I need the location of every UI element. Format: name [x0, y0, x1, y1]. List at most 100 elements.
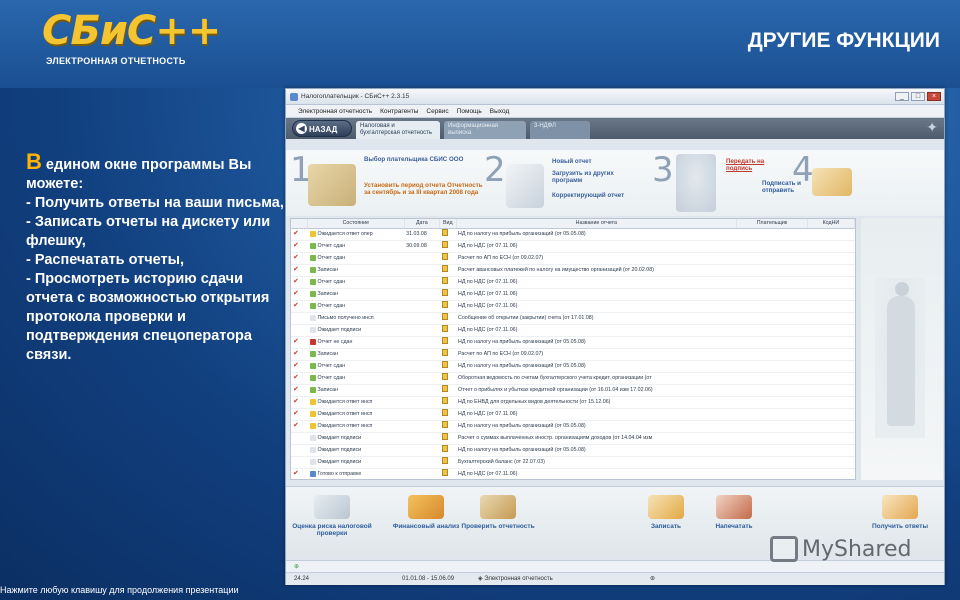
row-check-icon[interactable]	[291, 432, 308, 445]
table-row[interactable]: ✔ Ожидается ответ инсп НД по налогу на при…	[291, 420, 855, 433]
row-check-icon[interactable]: ✔	[291, 264, 308, 277]
document-icon	[441, 252, 448, 260]
table-row[interactable]: ✔ Ожидается ответ опер 31.03.08 НД по налог…	[291, 228, 855, 241]
maximize-button[interactable]: □	[911, 92, 925, 101]
row-payer	[736, 360, 808, 373]
row-type	[439, 300, 457, 313]
row-check-icon[interactable]: ✔	[291, 420, 308, 433]
close-button[interactable]: ×	[927, 92, 941, 101]
row-report-name: НД по НДС (от 07.11.06)	[456, 240, 737, 253]
tab-info-statement[interactable]: Информационная выписка	[444, 121, 526, 139]
table-row[interactable]: ✔ Ожидается ответ инсп НД по ЕНВД для отде…	[291, 396, 855, 409]
table-row[interactable]: Ожидает подписи НД по налогу на прибыль о…	[291, 444, 855, 457]
minimize-button[interactable]: _	[895, 92, 909, 101]
row-tax-code	[807, 468, 855, 479]
menu-item-counterparties[interactable]: Контрагенты	[380, 105, 418, 117]
step-1-period[interactable]: Установить период отчета Отчетность за с…	[364, 182, 484, 196]
row-payer	[736, 408, 808, 421]
row-check-icon[interactable]: ✔	[291, 240, 308, 253]
table-row[interactable]: ✔ Записан Отчет о прибылях и убытках креди…	[291, 384, 855, 397]
col-date[interactable]: Дата	[404, 219, 441, 229]
globe-icon[interactable]: ⊛	[650, 573, 655, 586]
table-row[interactable]: ✔ Записан Расчет по АП по ЕСН (от 09.02.07…	[291, 348, 855, 361]
row-payer	[736, 468, 808, 479]
col-check[interactable]	[291, 219, 308, 229]
check-reports-button[interactable]: Проверить отчетность	[458, 495, 538, 530]
menu-item-exit[interactable]: Выход	[490, 105, 509, 117]
table-row[interactable]: ✔ Записан Расчет авансовых платежей по нал…	[291, 264, 855, 277]
row-tax-code	[807, 348, 855, 361]
logo-subtitle: ЭЛЕКТРОННАЯ ОТЧЕТНОСТЬ	[46, 56, 186, 66]
tab-3ndfl[interactable]: 3-НДФЛ	[530, 121, 590, 139]
row-check-icon[interactable]: ✔	[291, 396, 308, 409]
row-check-icon[interactable]: ✔	[291, 276, 308, 289]
row-type	[439, 336, 457, 349]
row-date	[404, 312, 440, 325]
back-button[interactable]: ◀ НАЗАД	[292, 120, 352, 137]
table-row[interactable]: ✔ Отчет сдан Оборотная ведомость по счетам…	[291, 372, 855, 385]
state-icon	[309, 470, 316, 477]
table-row[interactable]: ✔ Отчет сдан НД по НДС (от 07.11.06)	[291, 300, 855, 313]
app-icon	[290, 93, 298, 101]
row-payer	[736, 348, 808, 361]
row-check-icon[interactable]: ✔	[291, 408, 308, 421]
row-check-icon[interactable]: ✔	[291, 228, 308, 241]
row-check-icon[interactable]: ✔	[291, 360, 308, 373]
col-tax-code[interactable]: КодНИ	[807, 219, 855, 229]
row-report-name: Бухгалтерский баланс (от 22.07.03)	[456, 456, 737, 469]
tab-tax-reporting[interactable]: Налоговая и бухгалтерская отчетность	[356, 121, 440, 139]
menu-item-reporting[interactable]: Электронная отчетность	[298, 105, 372, 117]
table-row[interactable]: Ожидает подписи НД по НДС (от 07.11.06)	[291, 324, 855, 337]
menu-item-help[interactable]: Помощь	[457, 105, 482, 117]
table-row[interactable]: ✔ Отчет сдан Расчет по АП по ЕСН (от 09.02…	[291, 252, 855, 265]
table-row[interactable]: ✔ Записан НД по НДС (от 07.11.06)	[291, 288, 855, 301]
row-check-icon[interactable]: ✔	[291, 348, 308, 361]
row-check-icon[interactable]	[291, 444, 308, 457]
col-state[interactable]: Состояние	[307, 219, 405, 229]
table-row[interactable]: Ожидает подписи Бухгалтерский баланс (от …	[291, 456, 855, 469]
row-tax-code	[807, 228, 855, 241]
table-row[interactable]: ✔ Отчет сдан 30.09.08 НД по НДС (от 07.11.0…	[291, 240, 855, 253]
row-check-icon[interactable]: ✔	[291, 372, 308, 385]
row-check-icon[interactable]: ✔	[291, 288, 308, 301]
row-tax-code	[807, 408, 855, 421]
row-check-icon[interactable]: ✔	[291, 384, 308, 397]
row-check-icon[interactable]: ✔	[291, 468, 308, 479]
status-period[interactable]: 01.01.08 - 15.06.09	[402, 573, 454, 586]
row-check-icon[interactable]	[291, 312, 308, 325]
table-row[interactable]: ✔ Готово к отправке НД по НДС (от 07.11.06…	[291, 468, 855, 479]
row-check-icon[interactable]	[291, 456, 308, 469]
table-row[interactable]: ✔ Отчет не сдан НД по налогу на прибыль ор…	[291, 336, 855, 349]
step-2-import[interactable]: Загрузить из других программ	[552, 170, 622, 184]
row-date	[404, 252, 440, 265]
row-check-icon[interactable]	[291, 324, 308, 337]
step-1-select-payer[interactable]: Выбор плательщика СБИС ООО	[364, 156, 464, 163]
financial-analysis-button[interactable]: Финансовый анализ	[386, 495, 466, 530]
col-report-name[interactable]: Название отчета	[456, 219, 738, 229]
step-3-send-to-sign[interactable]: Передать на подпись	[726, 158, 780, 172]
row-check-icon[interactable]: ✔	[291, 300, 308, 313]
row-check-icon[interactable]: ✔	[291, 252, 308, 265]
row-date	[404, 372, 440, 385]
risk-assessment-button[interactable]: Оценка риска налоговой проверки	[292, 495, 372, 537]
table-row[interactable]: Ожидает подписи Расчет о суммах выплаченн…	[291, 432, 855, 445]
mode-label: Электронная отчетность	[484, 576, 553, 582]
receive-replies-button[interactable]: Получить ответы	[860, 495, 940, 530]
row-date	[404, 384, 440, 397]
table-row[interactable]: ✔ Ожидается ответ инсп НД по НДС (от 07.11…	[291, 408, 855, 421]
state-icon	[309, 374, 316, 381]
step-2-correction[interactable]: Корректирующий отчет	[552, 192, 648, 199]
table-row[interactable]: ✔ Отчет сдан НД по НДС (от 07.11.06)	[291, 276, 855, 289]
col-payer[interactable]: Плательщик	[736, 219, 808, 229]
col-type[interactable]: Вид	[439, 219, 457, 229]
row-state: Ожидается ответ инсп	[307, 420, 405, 433]
row-check-icon[interactable]: ✔	[291, 336, 308, 349]
step-2-new-report[interactable]: Новый отчет	[552, 158, 642, 165]
document-icon	[441, 288, 448, 296]
menu-item-service[interactable]: Сервис	[426, 105, 448, 117]
window-titlebar[interactable]: Налогоплательщик - СБиС++ 2.3.15 _ □ ×	[286, 89, 944, 105]
print-button[interactable]: Напечатать	[694, 495, 774, 530]
table-row[interactable]: Письмо получено инсп Сообщение об открыти…	[291, 312, 855, 325]
table-row[interactable]: ✔ Отчет сдан НД по налогу на прибыль орган…	[291, 360, 855, 373]
step-4-sign-send[interactable]: Подписать и отправить	[762, 180, 822, 194]
